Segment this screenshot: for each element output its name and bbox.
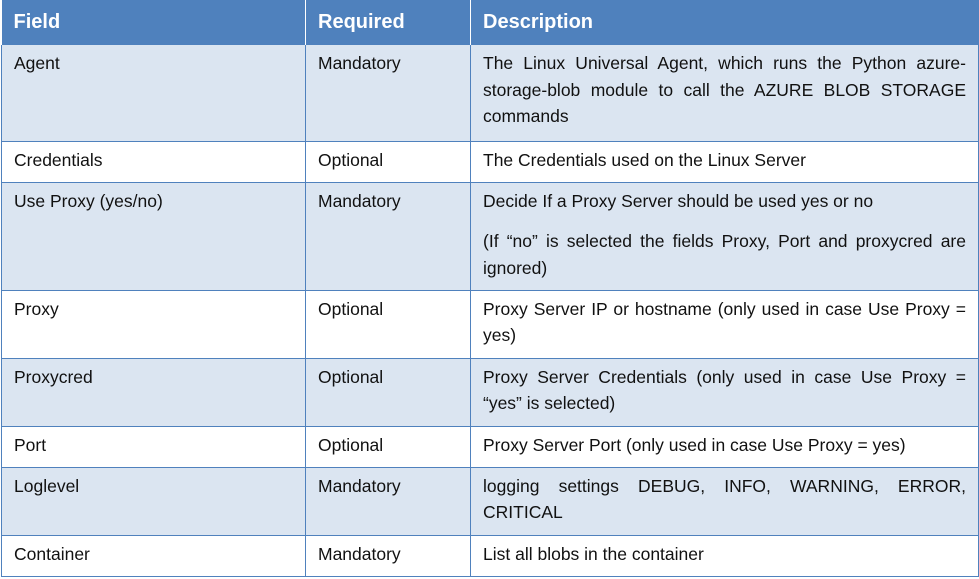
table-row: Proxy Optional Proxy Server IP or hostna… — [1, 290, 979, 359]
description-text: Decide If a Proxy Server should be used … — [483, 190, 874, 211]
table-row: Proxycred Optional Proxy Server Credenti… — [1, 358, 979, 427]
cell-required: Optional — [305, 358, 471, 427]
cell-field: Port — [1, 426, 306, 468]
cell-required: Mandatory — [305, 182, 471, 291]
cell-description: logging settings DEBUG, INFO, WARNING, E… — [470, 467, 979, 536]
header-description: Description — [470, 0, 979, 45]
cell-description: The Credentials used on the Linux Server — [470, 141, 979, 183]
cell-required: Mandatory — [305, 467, 471, 536]
cell-required: Mandatory — [305, 535, 471, 577]
cell-field: Use Proxy (yes/no) — [1, 182, 306, 291]
cell-required: Optional — [305, 290, 471, 359]
cell-required: Mandatory — [305, 45, 471, 142]
description-note: (If “no” is selected the fields Proxy, P… — [483, 231, 966, 278]
table-header: Field Required Description — [1, 0, 979, 45]
cell-field: Container — [1, 535, 306, 577]
cell-description: Proxy Server Credentials (only used in c… — [470, 358, 979, 427]
table-row: Agent Mandatory The Linux Universal Agen… — [1, 45, 979, 142]
cell-field: Credentials — [1, 141, 306, 183]
cell-field: Agent — [1, 45, 306, 142]
cell-field: Loglevel — [1, 467, 306, 536]
cell-description: Proxy Server Port (only used in case Use… — [470, 426, 979, 468]
table-row: Loglevel Mandatory logging settings DEBU… — [1, 467, 979, 536]
cell-field: Proxy — [1, 290, 306, 359]
cell-required: Optional — [305, 141, 471, 183]
table-row: Port Optional Proxy Server Port (only us… — [1, 426, 979, 468]
header-field: Field — [1, 0, 306, 45]
table-body: Agent Mandatory The Linux Universal Agen… — [1, 45, 979, 577]
table-row: Container Mandatory List all blobs in th… — [1, 535, 979, 577]
table-row: Credentials Optional The Credentials use… — [1, 141, 979, 183]
cell-description: Proxy Server IP or hostname (only used i… — [470, 290, 979, 359]
header-required: Required — [305, 0, 471, 45]
cell-required: Optional — [305, 426, 471, 468]
table-row: Use Proxy (yes/no) Mandatory Decide If a… — [1, 182, 979, 291]
cell-description: List all blobs in the container — [470, 535, 979, 577]
cell-field: Proxycred — [1, 358, 306, 427]
header-row: Field Required Description — [1, 0, 979, 45]
cell-description: The Linux Universal Agent, which runs th… — [470, 45, 979, 142]
cell-description: Decide If a Proxy Server should be used … — [470, 182, 979, 291]
fields-table: Field Required Description Agent Mandato… — [1, 0, 979, 577]
